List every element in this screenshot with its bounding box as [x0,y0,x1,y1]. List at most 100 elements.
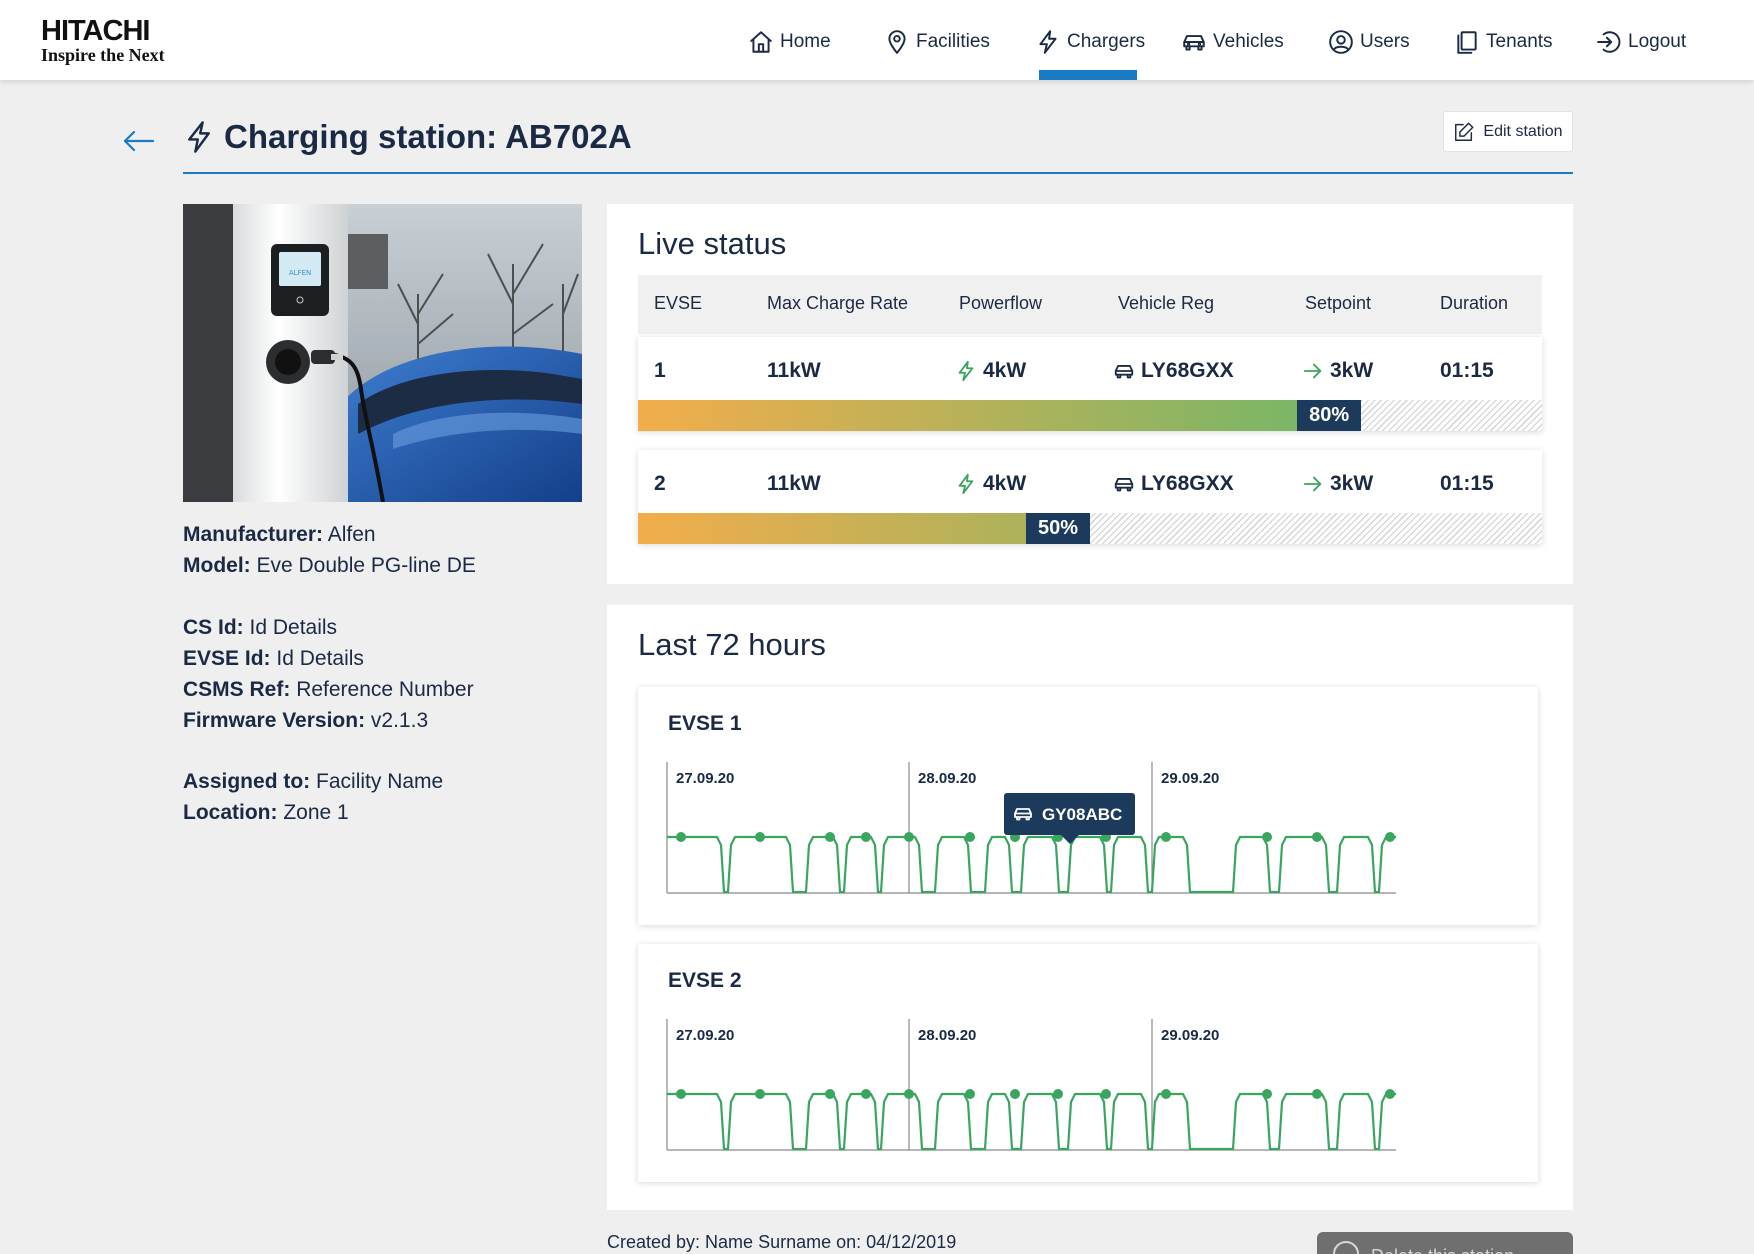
evse-id-row: EVSE Id: Id Details [183,647,364,670]
charge-progress-bar: 80% [638,400,1542,431]
session-marker[interactable] [965,1089,975,1099]
firmware-row: Firmware Version: v2.1.3 [183,709,429,732]
title-divider [183,172,1573,174]
session-marker[interactable] [1385,832,1395,842]
arrow-right-icon [1303,363,1322,379]
duration-value: 01:15 [1440,359,1494,382]
session-marker[interactable] [1161,1089,1171,1099]
charge-percent-label: 80% [1297,400,1362,431]
live-status-title: Live status [638,226,787,261]
nav-item-users[interactable]: Users [1328,26,1410,58]
car-icon [1114,478,1134,492]
page-title: Charging station: AB702A [224,118,632,155]
session-marker[interactable] [1101,1089,1111,1099]
powerflow-value: 4kW [983,359,1027,382]
lightning-icon [958,360,974,382]
firmware-value: v2.1.3 [370,709,429,732]
session-marker[interactable] [1385,1089,1395,1099]
session-marker[interactable] [825,1089,835,1099]
nav-item-vehicles[interactable]: Vehicles [1181,26,1284,58]
column-header: EVSE [654,293,703,313]
photo-brand-text: ALFEN [289,269,311,277]
session-marker[interactable] [861,832,871,842]
session-marker[interactable] [1053,1089,1063,1099]
max-charge-rate: 11kW [767,472,821,495]
session-marker[interactable] [904,832,914,842]
map-pin-icon [888,30,906,54]
evse-id-value: Id Details [276,647,364,670]
session-marker[interactable] [755,1089,765,1099]
manufacturer-value: Alfen [327,523,376,546]
edit-station-label: Edit station [1483,122,1563,140]
powerflow-value: 4kW [983,472,1027,495]
nav-item-label: Tenants [1486,31,1553,52]
last-72-hours-card: Last 72 hours EVSE 1 27.09.20 28.09.20 29.… [607,605,1573,1210]
csms-ref-row: CSMS Ref: Reference Number [183,678,474,701]
nav-item-label: Vehicles [1213,31,1284,52]
back-button[interactable] [122,126,156,156]
column-header: Vehicle Reg [1118,293,1215,313]
evse-number: 2 [654,472,666,495]
session-marker[interactable] [825,832,835,842]
model-row: Model: Eve Double PG-line DE [183,554,476,577]
chart-plot-area: 27.09.20 28.09.20 29.09.20 [666,1019,1396,1151]
vehicle-reg-cell: LY68GXX [1113,472,1234,496]
nav-item-logout[interactable]: Logout [1596,26,1686,58]
session-marker[interactable] [1010,1089,1020,1099]
location-row: Location: Zone 1 [183,801,349,824]
session-marker[interactable] [676,1089,686,1099]
cs-id-row: CS Id: Id Details [183,616,338,639]
powerflow-cell: 4kW [955,359,1026,383]
session-marker[interactable] [1262,832,1272,842]
charger-photo-illustration: ALFEN [183,204,582,502]
nav-item-chargers[interactable]: Chargers [1035,26,1145,58]
vehicle-tooltip: GY08ABC [1004,793,1135,844]
created-by-text: Created by: Name Surname on: 04/12/2019 [607,1232,957,1252]
nav-item-home[interactable]: Home [748,26,831,58]
evse-status-row[interactable]: 1 11kW 4kW LY68GXX 3kW 01:15 80% [638,337,1542,431]
cs-id-value: Id Details [249,616,338,639]
logo-tagline: Inspire the Next [41,45,165,65]
session-marker[interactable] [676,832,686,842]
station-assignment: Assigned to: Facility Name Location: Zon… [183,766,443,828]
day-label: 27.09.20 [676,770,734,787]
station-photo: ALFEN [183,204,582,502]
session-marker[interactable] [1161,832,1171,842]
charge-progress-fill [638,513,1026,544]
edit-icon [1455,122,1474,141]
vehicle-reg-value: LY68GXX [1141,472,1234,495]
lightning-icon [188,121,210,153]
evse-2-chart[interactable]: EVSE 2 27.09.20 28.09.20 29.09.20 [638,944,1538,1182]
column-header: Setpoint [1305,293,1372,313]
vehicle-reg-value: LY68GXX [1141,359,1234,382]
session-marker[interactable] [861,1089,871,1099]
edit-station-button[interactable]: Edit station [1443,111,1573,152]
hitachi-logo[interactable]: HITACHI Inspire the Next [41,16,165,64]
nav-item-label: Logout [1628,31,1687,52]
delete-circle-icon [1333,1241,1359,1254]
nav-item-label: Chargers [1067,31,1146,52]
session-marker[interactable] [1312,1089,1322,1099]
session-marker[interactable] [1312,832,1322,842]
nav-item-tenants[interactable]: Tenants [1454,26,1553,58]
live-status-header: EVSE Max Charge Rate Powerflow Vehicle R… [638,275,1542,334]
last-72-hours-title: Last 72 hours [638,627,826,662]
tooltip-pointer [1061,835,1079,844]
nav-item-facilities[interactable]: Facilities [884,26,990,58]
evse-2-activity-chart: 27.09.20 28.09.20 29.09.20 [666,1019,1396,1151]
activity-line [667,1092,1396,1151]
csms-ref-value: Reference Number [296,678,474,701]
session-marker[interactable] [965,832,975,842]
assigned-row: Assigned to: Facility Name [183,770,444,793]
session-marker[interactable] [1262,1089,1272,1099]
delete-station-button[interactable]: Delete this station [1317,1232,1573,1254]
evse-status-row[interactable]: 2 11kW 4kW LY68GXX 3kW 01:15 50% [638,450,1542,544]
arrow-right-icon [1303,476,1322,492]
evse-1-chart[interactable]: EVSE 1 27.09.20 28.09.20 29.09.20 GY08ABC [638,687,1538,925]
session-marker[interactable] [755,832,765,842]
active-tab-indicator [1039,70,1137,80]
session-marker[interactable] [904,1089,914,1099]
evse-1-activity-chart: 27.09.20 28.09.20 29.09.20 GY08ABC [666,762,1396,894]
charge-percent-label: 50% [1026,513,1090,544]
lightning-icon [958,473,974,495]
